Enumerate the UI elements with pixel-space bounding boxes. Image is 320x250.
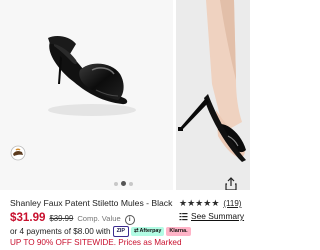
carousel-dots[interactable] (114, 181, 133, 186)
installment-row: or 4 payments of $8.00 with ZIP ⇄ Afterp… (10, 226, 191, 237)
star-icon: ★ (179, 198, 188, 208)
afterpay-badge[interactable]: ⇄ Afterpay (130, 227, 165, 236)
product-title: Shanley Faux Patent Stiletto Mules - Bla… (10, 198, 173, 208)
share-icon[interactable] (223, 176, 239, 190)
carousel-dot-active[interactable] (121, 181, 126, 186)
installment-text: or 4 payments of $8.00 with (10, 227, 111, 236)
star-icon: ★ (195, 198, 204, 208)
info-icon[interactable]: i (124, 215, 135, 225)
carousel-dot[interactable] (114, 181, 118, 186)
price-row: $31.99 $39.99 Comp. Value i (10, 211, 135, 225)
model-wearing-shoe-image (176, 0, 250, 190)
original-price: $39.99 (49, 214, 74, 223)
star-icon: ★ (211, 198, 220, 208)
zip-badge[interactable]: ZIP (112, 226, 129, 237)
afterpay-label: Afterpay (139, 228, 162, 234)
carousel-dot[interactable] (129, 181, 133, 186)
review-count[interactable]: (119) (223, 199, 241, 208)
star-icon: ★ (187, 198, 196, 208)
mule-shoe-image (48, 36, 136, 116)
product-image-next[interactable] (176, 0, 250, 190)
comp-value-label: Comp. Value (77, 214, 121, 223)
afterpay-icon: ⇄ (133, 228, 139, 234)
see-summary-link[interactable]: See Summary (179, 211, 244, 221)
product-image-main[interactable] (0, 0, 173, 190)
color-swatch-icon[interactable] (10, 145, 26, 161)
rating-stars[interactable]: ★ ★ ★ ★ ★ (119) (179, 198, 241, 209)
summary-icon (179, 212, 188, 220)
see-summary-label[interactable]: See Summary (191, 211, 244, 221)
klarna-badge[interactable]: Klarna. (166, 227, 191, 236)
sale-price: $31.99 (10, 211, 46, 224)
product-image-gallery[interactable] (0, 0, 250, 190)
promo-banner[interactable]: UP TO 90% OFF SITEWIDE. Prices as Marked (10, 238, 182, 247)
star-icon: ★ (203, 198, 212, 208)
